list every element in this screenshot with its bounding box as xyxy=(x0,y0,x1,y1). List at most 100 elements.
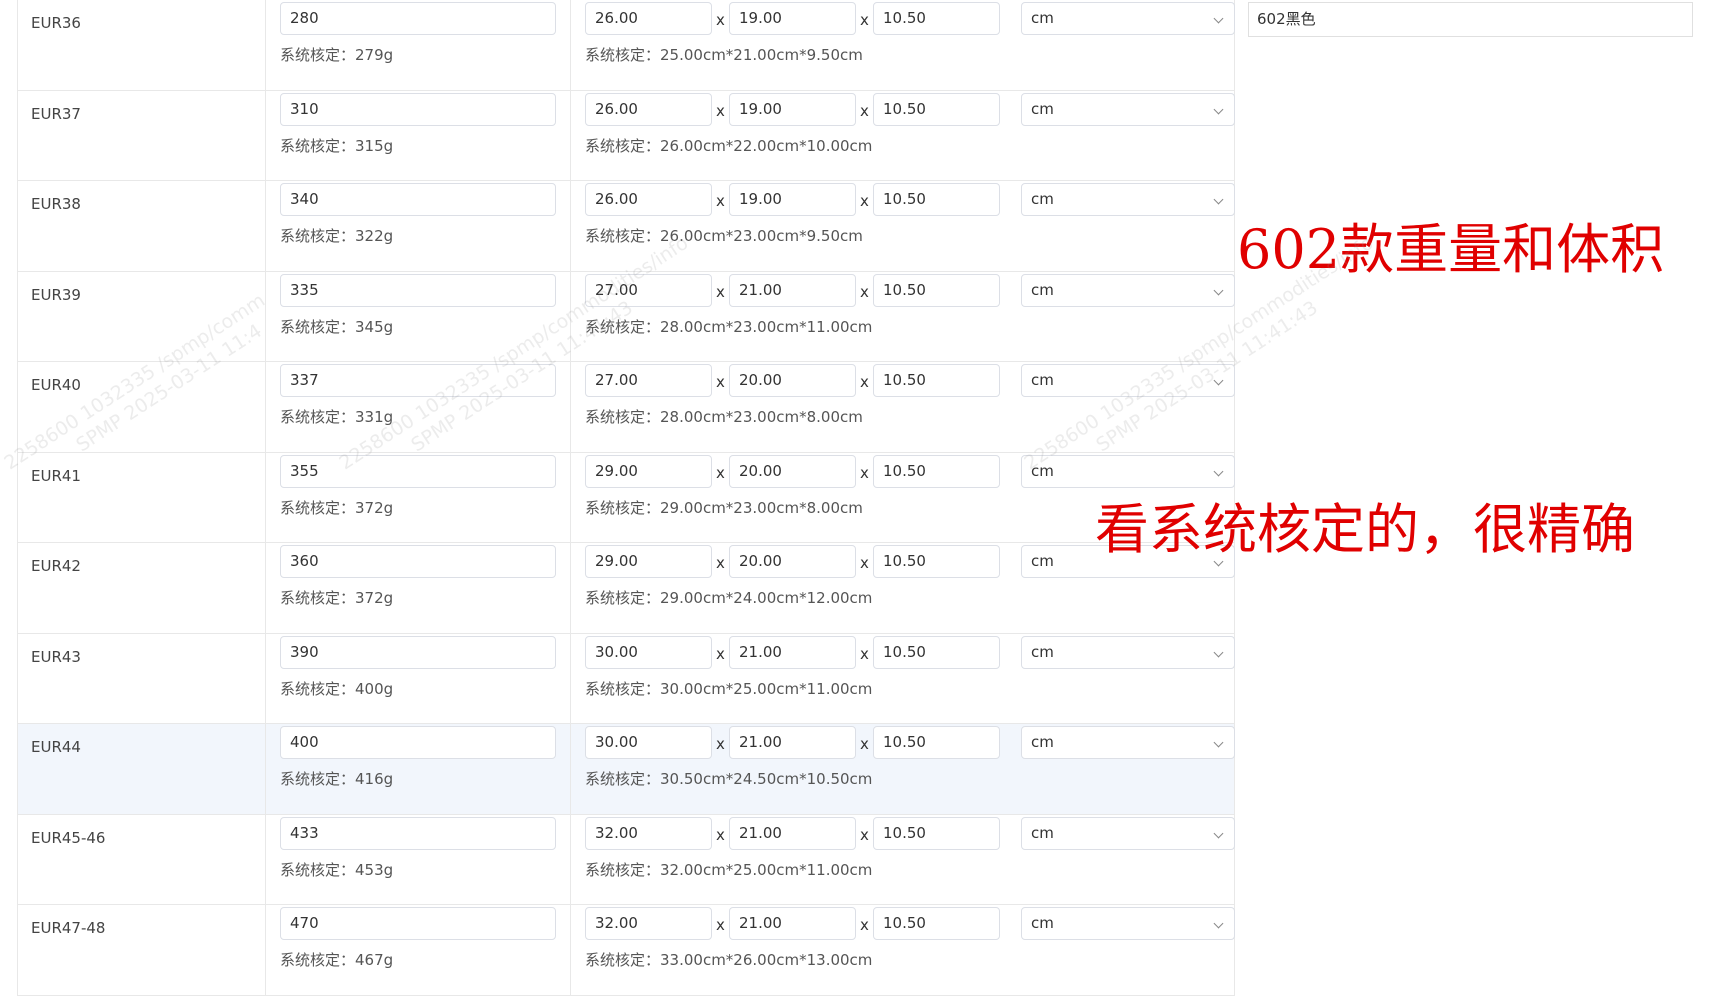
size-cell: EUR38 xyxy=(18,181,266,271)
weight-input[interactable]: 433 xyxy=(280,816,556,850)
table-row: EUR43 390 系统核定：400g 30.00 x 21.00 x 10.50 cm 系统核定… xyxy=(18,633,1235,724)
width-input[interactable]: 19.00 xyxy=(729,92,856,126)
length-input[interactable]: 26.00 xyxy=(585,2,712,35)
table-row: EUR39 335 系统核定：345g 27.00 x 21.00 x 10.50 cm 系统核定… xyxy=(18,271,1235,362)
size-cell: EUR47-48 xyxy=(18,905,266,995)
size-cell: EUR36 xyxy=(18,0,266,90)
height-input[interactable]: 10.50 xyxy=(873,907,1000,940)
width-input[interactable]: 21.00 xyxy=(729,907,856,940)
dimension-separator: x xyxy=(716,11,725,29)
dimension-separator: x xyxy=(716,373,725,391)
width-input[interactable]: 20.00 xyxy=(729,545,856,578)
table-row: EUR37 310 系统核定：315g 26.00 x 19.00 x 10.50 cm 系统核定… xyxy=(18,90,1235,181)
length-input[interactable]: 32.00 xyxy=(585,907,712,940)
width-input[interactable]: 21.00 xyxy=(729,635,856,669)
size-cell: EUR42 xyxy=(18,543,266,633)
unit-select[interactable]: cm xyxy=(1021,273,1235,307)
weight-input[interactable]: 355 xyxy=(280,454,556,488)
height-input[interactable]: 10.50 xyxy=(873,726,1000,759)
unit-select[interactable]: cm xyxy=(1021,907,1235,940)
dimension-separator: x xyxy=(716,735,725,753)
unit-select[interactable]: cm xyxy=(1021,183,1235,216)
size-cell: EUR37 xyxy=(18,90,266,180)
size-cell: EUR44 xyxy=(18,724,266,814)
width-input[interactable]: 21.00 xyxy=(729,816,856,850)
unit-select[interactable]: cm xyxy=(1021,726,1235,759)
unit-select-value: cm xyxy=(1031,9,1054,27)
weight-system-note: 系统核定：453g xyxy=(280,860,394,879)
unit-select[interactable]: cm xyxy=(1021,635,1235,669)
dimension-separator: x xyxy=(716,916,725,934)
weight-input[interactable]: 337 xyxy=(280,364,556,397)
weight-input[interactable]: 280 xyxy=(280,2,556,35)
dimensions-system-note: 系统核定：25.00cm*21.00cm*9.50cm xyxy=(585,46,863,64)
length-input[interactable]: 32.00 xyxy=(585,816,712,850)
height-input[interactable]: 10.50 xyxy=(873,92,1000,126)
weight-input[interactable]: 390 xyxy=(280,635,556,669)
length-input[interactable]: 26.00 xyxy=(585,92,712,126)
chevron-down-icon xyxy=(1213,737,1224,748)
weight-system-note: 系统核定：372g xyxy=(280,498,394,517)
weight-system-note: 系统核定：400g xyxy=(280,679,394,698)
table-row: EUR44 400 系统核定：416g 30.00 x 21.00 x 10.50 cm 系统核定… xyxy=(18,724,1235,815)
length-input[interactable]: 27.00 xyxy=(585,364,712,397)
height-input[interactable]: 10.50 xyxy=(873,545,1000,578)
size-cell: EUR43 xyxy=(18,633,266,723)
unit-select-value: cm xyxy=(1031,461,1054,480)
height-input[interactable]: 10.50 xyxy=(873,273,1000,307)
length-input[interactable]: 29.00 xyxy=(585,545,712,578)
unit-select[interactable]: cm xyxy=(1021,454,1235,488)
dimension-separator: x xyxy=(716,192,725,210)
weight-system-note: 系统核定：345g xyxy=(280,317,394,336)
height-input[interactable]: 10.50 xyxy=(873,2,1000,35)
length-input[interactable]: 27.00 xyxy=(585,273,712,307)
dimension-separator: x xyxy=(860,192,869,210)
height-input[interactable]: 10.50 xyxy=(873,183,1000,216)
unit-select[interactable]: cm xyxy=(1021,816,1235,850)
length-input[interactable]: 30.00 xyxy=(585,726,712,759)
unit-select[interactable]: cm xyxy=(1021,364,1235,397)
weight-cell: 335 系统核定：345g xyxy=(266,271,571,361)
weight-input[interactable]: 470 xyxy=(280,907,556,940)
size-label: EUR43 xyxy=(31,647,81,666)
unit-select-value: cm xyxy=(1031,190,1054,208)
chevron-down-icon xyxy=(1213,104,1224,114)
width-input[interactable]: 21.00 xyxy=(729,273,856,307)
weight-cell: 390 系统核定：400g xyxy=(266,633,571,723)
height-input[interactable]: 10.50 xyxy=(873,635,1000,669)
weight-input[interactable]: 335 xyxy=(280,273,556,307)
weight-cell: 360 系统核定：372g xyxy=(266,543,571,633)
unit-select[interactable]: cm xyxy=(1021,92,1235,126)
weight-input[interactable]: 400 xyxy=(280,726,556,759)
length-input[interactable]: 29.00 xyxy=(585,454,712,488)
dimensions-cell: 30.00 x 21.00 x 10.50 cm 系统核定：30.00cm*25.00cm*… xyxy=(571,633,1235,723)
width-input[interactable]: 20.00 xyxy=(729,364,856,397)
dimensions-system-note: 系统核定：30.50cm*24.50cm*10.50cm xyxy=(585,770,873,788)
weight-cell: 355 系统核定：372g xyxy=(266,452,571,542)
color-name-input[interactable]: 602黑色 xyxy=(1248,2,1693,37)
chevron-down-icon xyxy=(1213,466,1224,476)
width-input[interactable]: 19.00 xyxy=(729,183,856,216)
dimensions-system-note: 系统核定：28.00cm*23.00cm*11.00cm xyxy=(585,317,873,336)
unit-select[interactable]: cm xyxy=(1021,2,1235,35)
size-label: EUR42 xyxy=(31,557,81,575)
height-input[interactable]: 10.50 xyxy=(873,364,1000,397)
height-input[interactable]: 10.50 xyxy=(873,454,1000,488)
width-input[interactable]: 19.00 xyxy=(729,2,856,35)
weight-input[interactable]: 310 xyxy=(280,92,556,126)
length-input[interactable]: 26.00 xyxy=(585,183,712,216)
width-input[interactable]: 20.00 xyxy=(729,454,856,488)
length-input[interactable]: 30.00 xyxy=(585,635,712,669)
weight-input[interactable]: 360 xyxy=(280,545,556,578)
dimensions-system-note: 系统核定：32.00cm*25.00cm*11.00cm xyxy=(585,860,873,879)
weight-input[interactable]: 340 xyxy=(280,183,556,216)
width-input[interactable]: 21.00 xyxy=(729,726,856,759)
dimension-separator: x xyxy=(860,11,869,29)
size-cell: EUR45-46 xyxy=(18,814,266,904)
dimension-separator: x xyxy=(860,825,869,844)
dimension-separator: x xyxy=(716,282,725,301)
unit-select-value: cm xyxy=(1031,733,1054,751)
chevron-down-icon xyxy=(1213,375,1224,386)
height-input[interactable]: 10.50 xyxy=(873,816,1000,850)
dimension-separator: x xyxy=(860,916,869,934)
